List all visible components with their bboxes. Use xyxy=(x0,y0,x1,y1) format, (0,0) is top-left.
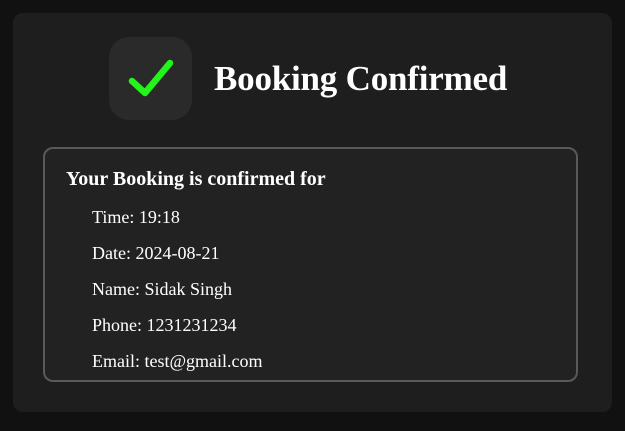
confirmation-header: Booking Confirmed xyxy=(109,37,507,120)
checkmark-icon xyxy=(128,59,173,96)
confirmation-card: Booking Confirmed Your Booking is confir… xyxy=(13,13,612,412)
detail-email: Email: test@gmail.com xyxy=(92,351,263,371)
booking-detail-list: Time: 19:18 Date: 2024-08-21 Name: Sidak… xyxy=(92,206,263,386)
detail-time: Time: 19:18 xyxy=(92,207,180,227)
checkmark-badge xyxy=(109,37,192,120)
page-title: Booking Confirmed xyxy=(214,58,508,98)
detail-name: Name: Sidak Singh xyxy=(92,279,232,299)
booking-details-panel: Your Booking is confirmed for Time: 19:1… xyxy=(43,147,578,382)
details-heading: Your Booking is confirmed for xyxy=(66,168,326,190)
detail-date: Date: 2024-08-21 xyxy=(92,243,220,263)
detail-phone: Phone: 1231231234 xyxy=(92,315,237,335)
